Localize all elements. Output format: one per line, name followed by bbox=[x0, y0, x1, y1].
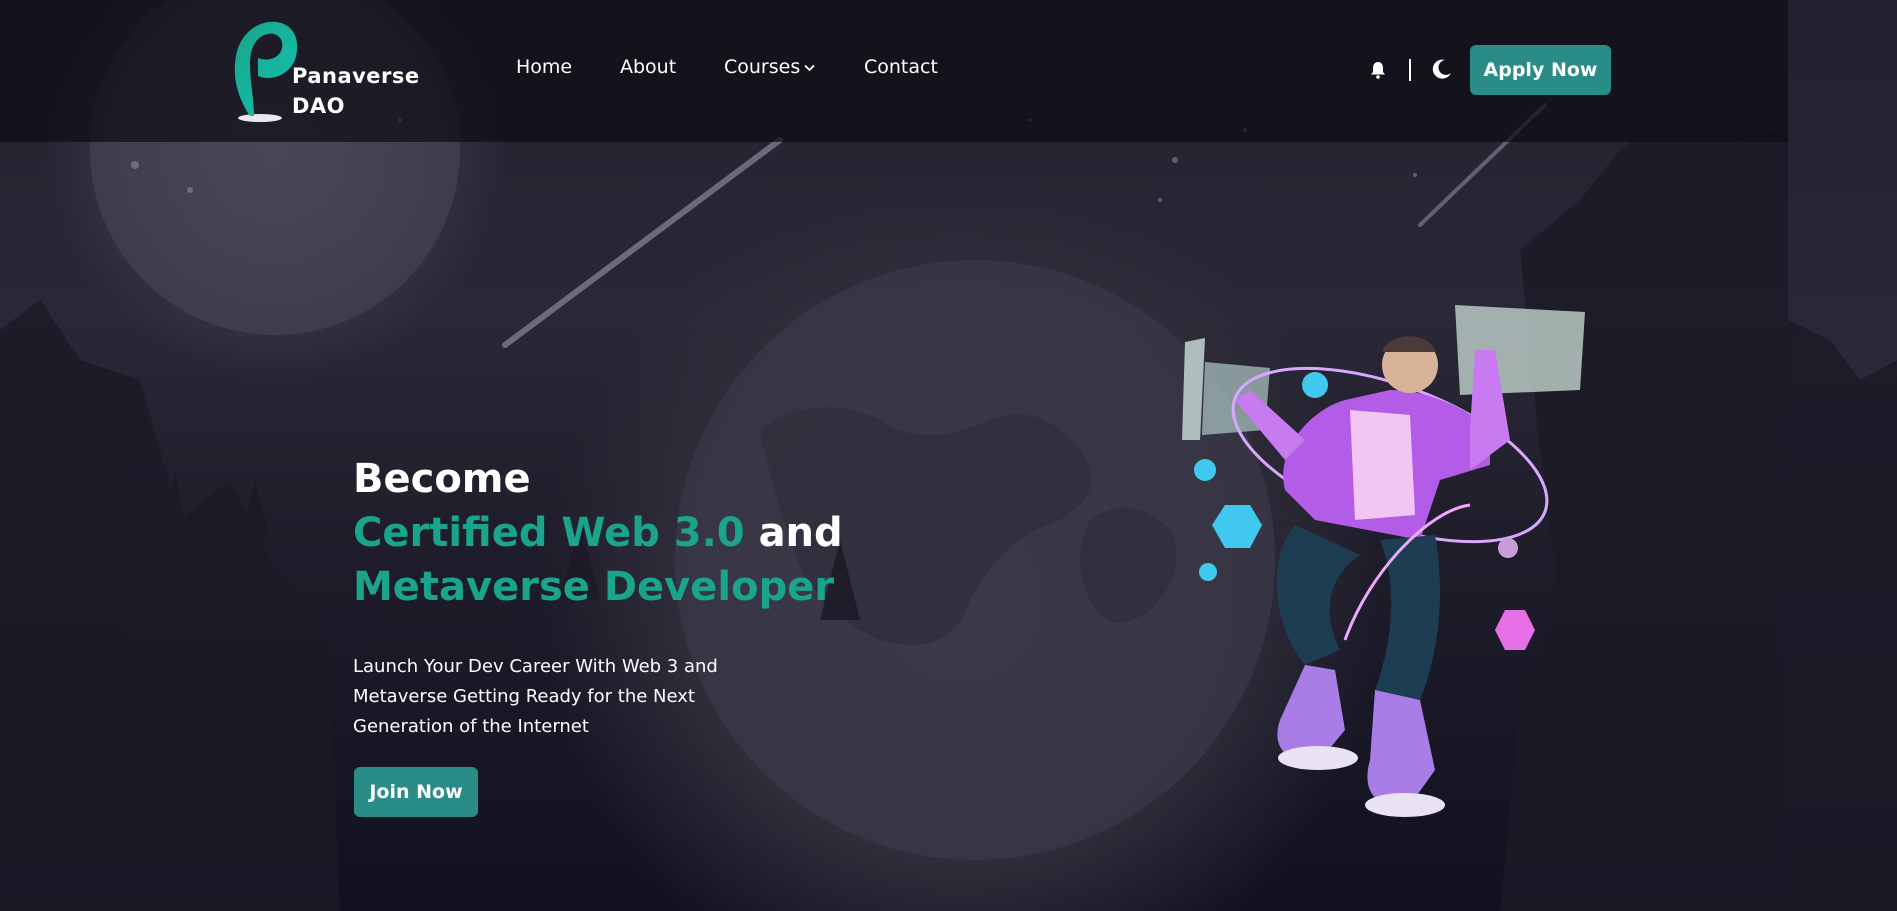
nav-item-about[interactable]: About bbox=[620, 56, 676, 78]
moon-icon[interactable] bbox=[1431, 58, 1453, 80]
nav-item-contact[interactable]: Contact bbox=[864, 56, 938, 78]
nav-item-courses-label: Courses bbox=[724, 56, 801, 78]
chevron-down-icon bbox=[804, 64, 815, 71]
hero-heading-connector: and bbox=[758, 510, 843, 556]
join-now-button[interactable]: Join Now bbox=[354, 767, 478, 817]
hero-heading: Become Certified Web 3.0 and Metaverse D… bbox=[353, 452, 843, 614]
brand-name-line2: DAO bbox=[292, 94, 346, 118]
hero-subtitle: Launch Your Dev Career With Web 3 and Me… bbox=[353, 656, 718, 737]
nav-item-courses[interactable]: Courses bbox=[724, 56, 815, 78]
brand-name[interactable]: Panaverse DAO bbox=[292, 61, 420, 121]
hero-heading-accent-1: Certified Web 3.0 bbox=[353, 510, 745, 556]
brand-name-line1: Panaverse bbox=[292, 64, 420, 88]
hero-heading-line1: Become bbox=[353, 456, 531, 502]
bell-icon[interactable] bbox=[1370, 60, 1386, 80]
nav-item-home[interactable]: Home bbox=[516, 56, 572, 78]
hero-heading-accent-2: Metaverse Developer bbox=[353, 564, 835, 610]
header-divider bbox=[1409, 59, 1411, 81]
apply-now-button[interactable]: Apply Now bbox=[1470, 45, 1611, 95]
metaverse-developer-illustration bbox=[1182, 305, 1585, 817]
